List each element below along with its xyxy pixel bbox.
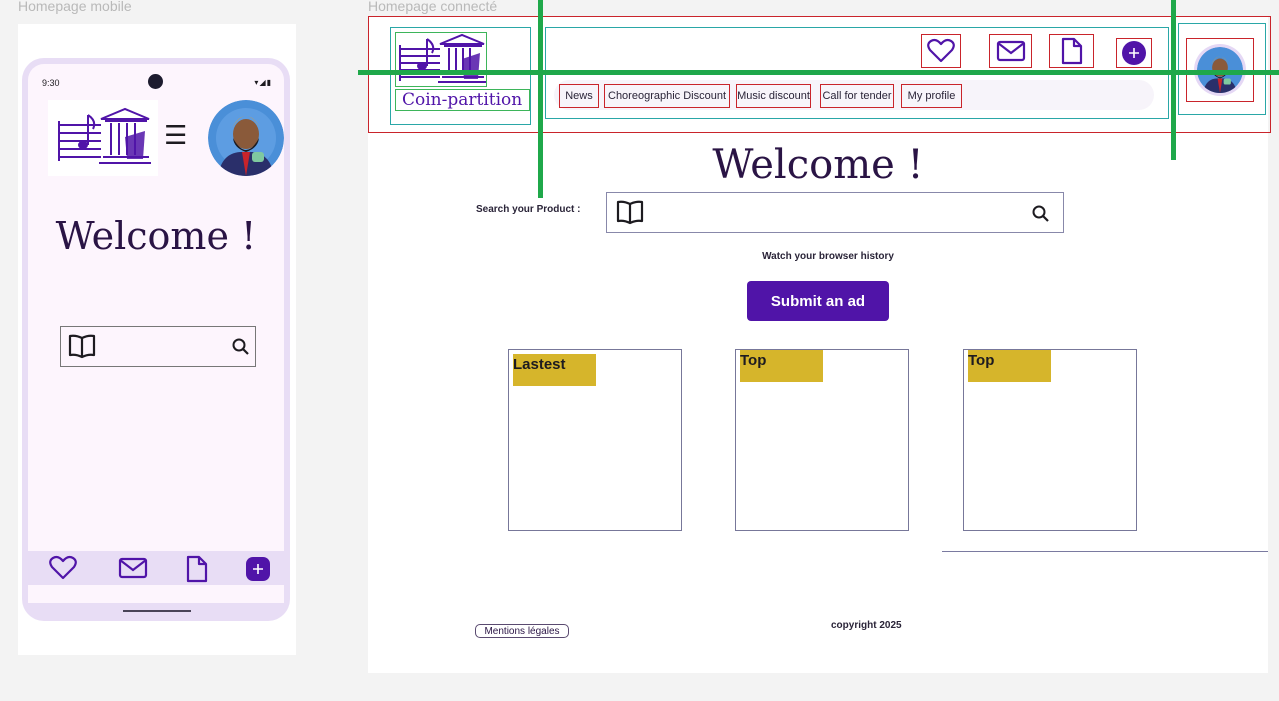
logo-container[interactable]: Coin-partition: [390, 27, 531, 125]
camera-icon: [148, 74, 163, 89]
nav-link-choreographic-discount[interactable]: Choreographic Discount: [604, 84, 730, 108]
add-icon: [1122, 41, 1146, 65]
logo[interactable]: [395, 32, 487, 87]
logo-icon: [399, 33, 486, 83]
phone-mockup: 9:30 ▾◢▮ ☰ Welcome !: [22, 58, 290, 621]
search-input[interactable]: [606, 192, 1064, 233]
desktop-frame: Coin-partition News Choreographic Discou…: [368, 16, 1271, 673]
avatar[interactable]: [208, 100, 284, 176]
card-top-2[interactable]: Top: [963, 349, 1137, 531]
nav-link-news[interactable]: News: [559, 84, 599, 108]
status-icons: ▾◢▮: [254, 78, 272, 87]
bottom-navigation: [28, 551, 284, 585]
layout-guide-vertical-right: [1171, 0, 1176, 160]
document-icon: [1061, 37, 1082, 65]
search-icon[interactable]: [231, 337, 251, 362]
legal-notice-button[interactable]: Mentions légales: [475, 624, 569, 638]
favorites-button[interactable]: [921, 34, 961, 68]
mobile-frame-label: Homepage mobile: [18, 0, 132, 14]
nav-link-my-profile[interactable]: My profile: [901, 84, 962, 108]
book-icon: [67, 333, 97, 364]
document-icon[interactable]: [184, 555, 210, 588]
nav-link-call-for-tender[interactable]: Call for tender: [820, 84, 894, 108]
documents-button[interactable]: [1049, 34, 1094, 68]
mail-icon[interactable]: [118, 555, 148, 586]
search-input[interactable]: [60, 326, 256, 367]
card-tag: Top: [740, 350, 823, 382]
logo-wordmark-box: Coin-partition: [395, 89, 530, 111]
card-latest[interactable]: Lastest: [508, 349, 682, 531]
footer-divider: [942, 551, 1268, 552]
layout-guide-vertical-left: [538, 0, 543, 198]
book-icon: [615, 199, 645, 230]
welcome-heading: Welcome !: [712, 142, 924, 188]
welcome-heading: Welcome !: [55, 214, 257, 258]
heart-icon[interactable]: [48, 555, 78, 586]
heart-icon: [927, 38, 955, 63]
add-icon[interactable]: [246, 557, 270, 586]
mail-icon: [996, 40, 1025, 62]
nav-link-music-discount[interactable]: Music discount: [736, 84, 811, 108]
desktop-frame-label: Homepage connecté: [368, 0, 498, 14]
card-top-1[interactable]: Top: [735, 349, 909, 531]
phone-screen: 9:30 ▾◢▮ ☰ Welcome !: [28, 64, 284, 603]
logo-text: Coin-partition: [402, 90, 523, 110]
hamburger-menu-icon[interactable]: ☰: [164, 122, 187, 148]
logo-icon: [58, 107, 151, 164]
avatar-illustration: [208, 100, 284, 176]
copyright-text: copyright 2025: [831, 620, 902, 631]
card-tag: Lastest: [513, 354, 596, 386]
avatar-container: [1178, 23, 1266, 115]
layout-guide-horizontal: [358, 70, 1279, 75]
card-tag: Top: [968, 350, 1051, 382]
home-indicator: [123, 610, 191, 612]
status-time: 9:30: [42, 78, 60, 88]
browser-history-link[interactable]: Watch your browser history: [368, 251, 1279, 262]
add-button[interactable]: [1116, 38, 1152, 68]
search-label: Search your Product :: [476, 204, 581, 215]
mobile-frame: 9:30 ▾◢▮ ☰ Welcome !: [18, 24, 296, 655]
search-icon[interactable]: [1031, 204, 1051, 229]
submit-ad-button[interactable]: Submit an ad: [747, 281, 889, 321]
logo[interactable]: [48, 100, 158, 176]
messages-button[interactable]: [989, 34, 1032, 68]
status-bar: 9:30 ▾◢▮: [28, 64, 284, 100]
